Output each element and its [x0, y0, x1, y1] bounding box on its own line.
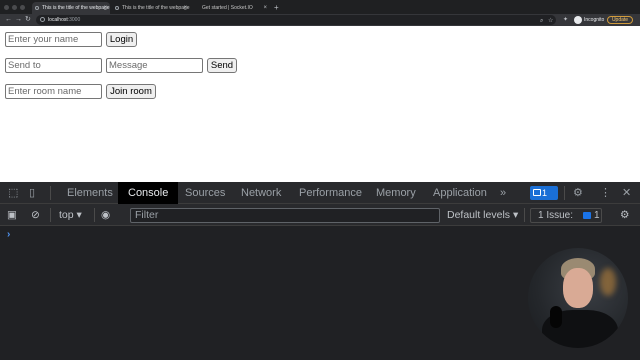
back-arrow-icon[interactable]: ← [5, 14, 12, 26]
divider [524, 208, 525, 222]
name-input[interactable] [5, 32, 102, 47]
more-options-icon[interactable]: ⋮ [600, 182, 611, 204]
extensions-icon[interactable]: ✦ [563, 15, 568, 25]
background-lamp [600, 268, 616, 296]
issues-label: 1 Issue: [538, 210, 574, 221]
tab-console[interactable]: Console [118, 182, 179, 204]
issues-button[interactable]: 1 Issue: 1 [530, 208, 602, 223]
join-room-button[interactable]: Join room [106, 84, 156, 99]
reload-icon[interactable]: ↻ [25, 14, 31, 26]
live-expression-eye-icon[interactable]: ◉ [101, 204, 110, 226]
tab-network[interactable]: Network [241, 182, 281, 204]
forward-arrow-icon[interactable]: → [15, 14, 22, 26]
message-icon [533, 189, 541, 196]
context-selector[interactable]: top ▾ [59, 204, 82, 226]
settings-gear-icon[interactable]: ⚙ [573, 182, 583, 204]
clear-console-icon[interactable]: ⊘ [31, 204, 40, 226]
globe-icon [115, 6, 119, 10]
close-window-dot[interactable] [4, 5, 9, 10]
address-host: localhost [48, 17, 68, 23]
console-settings-gear-icon[interactable]: ⚙ [620, 204, 629, 226]
message-input[interactable] [106, 58, 203, 73]
browser-tab-strip: This is the title of the webpage × This … [0, 0, 640, 14]
address-bar[interactable]: localhost:3000 ⌕ ☆ [36, 15, 556, 25]
screen: This is the title of the webpage × This … [0, 0, 640, 360]
tab-application[interactable]: Application [433, 182, 487, 204]
close-icon[interactable]: × [263, 2, 267, 14]
minimize-window-dot[interactable] [12, 5, 17, 10]
log-levels-label: Default levels [447, 209, 511, 221]
tab-memory[interactable]: Memory [376, 182, 416, 204]
globe-icon [35, 6, 39, 10]
zoom-window-dot[interactable] [20, 5, 25, 10]
new-tab-button[interactable]: + [274, 2, 279, 14]
divider [94, 208, 95, 222]
browser-tab-title: Get started | Socket.IO [202, 5, 253, 11]
browser-tab-2[interactable]: This is the title of the webpage × [112, 2, 190, 14]
close-icon[interactable]: × [103, 2, 107, 14]
address-port: :3000 [67, 17, 81, 23]
browser-tab-title: This is the title of the webpage [42, 5, 110, 11]
divider [50, 186, 51, 200]
divider [564, 186, 565, 200]
update-button[interactable]: Update [607, 16, 633, 24]
filter-input[interactable]: Filter [130, 208, 440, 223]
room-name-input[interactable] [5, 84, 102, 99]
messages-count: 1 [542, 188, 548, 198]
tab-sources[interactable]: Sources [185, 182, 225, 204]
filter-placeholder: Filter [135, 209, 159, 221]
context-label: top [59, 209, 74, 221]
bookmark-star-icon[interactable]: ☆ [548, 16, 553, 26]
console-messages-badge[interactable]: 1 [530, 186, 558, 200]
device-toolbar-icon[interactable]: ▯ [29, 182, 35, 204]
zoom-icon[interactable]: ⌕ [540, 16, 543, 26]
log-levels-dropdown[interactable]: Default levels ▾ [447, 204, 518, 226]
incognito-label: Incognito [584, 17, 605, 23]
console-toolbar: ▣ ⊘ top ▾ ◉ Filter Default levels ▾ 1 Is… [0, 204, 640, 226]
incognito-avatar-icon[interactable] [574, 16, 582, 24]
browser-tab-3[interactable]: Get started | Socket.IO × [192, 2, 270, 14]
login-button[interactable]: Login [106, 32, 137, 47]
tab-elements[interactable]: Elements [67, 182, 113, 204]
presenter-face [563, 268, 593, 308]
send-button[interactable]: Send [207, 58, 237, 73]
web-page: Login Send Join room [0, 26, 640, 182]
sidebar-toggle-icon[interactable]: ▣ [7, 204, 17, 226]
browser-tab-1[interactable]: This is the title of the webpage × [32, 2, 110, 14]
console-prompt-chevron[interactable]: › [7, 229, 10, 240]
issue-icon [583, 212, 591, 219]
info-icon[interactable] [40, 17, 45, 22]
browser-toolbar: ← → ↻ localhost:3000 ⌕ ☆ ✦ Incognito Upd… [0, 14, 640, 26]
devtools-tab-bar: ⬚ ▯ Elements Console Sources Network Per… [0, 182, 640, 204]
send-to-input[interactable] [5, 58, 102, 73]
microphone [550, 306, 562, 328]
browser-tab-title: This is the title of the webpage [122, 5, 190, 11]
more-tabs-chevron-icon[interactable]: » [500, 182, 506, 204]
close-icon[interactable]: × [183, 2, 187, 14]
inspect-element-icon[interactable]: ⬚ [8, 182, 18, 204]
divider [50, 208, 51, 222]
issues-count: 1 [594, 210, 600, 221]
tab-performance[interactable]: Performance [299, 182, 362, 204]
address-url: localhost:3000 [48, 15, 80, 25]
webcam-overlay [528, 248, 628, 348]
close-devtools-icon[interactable]: ✕ [622, 182, 631, 204]
